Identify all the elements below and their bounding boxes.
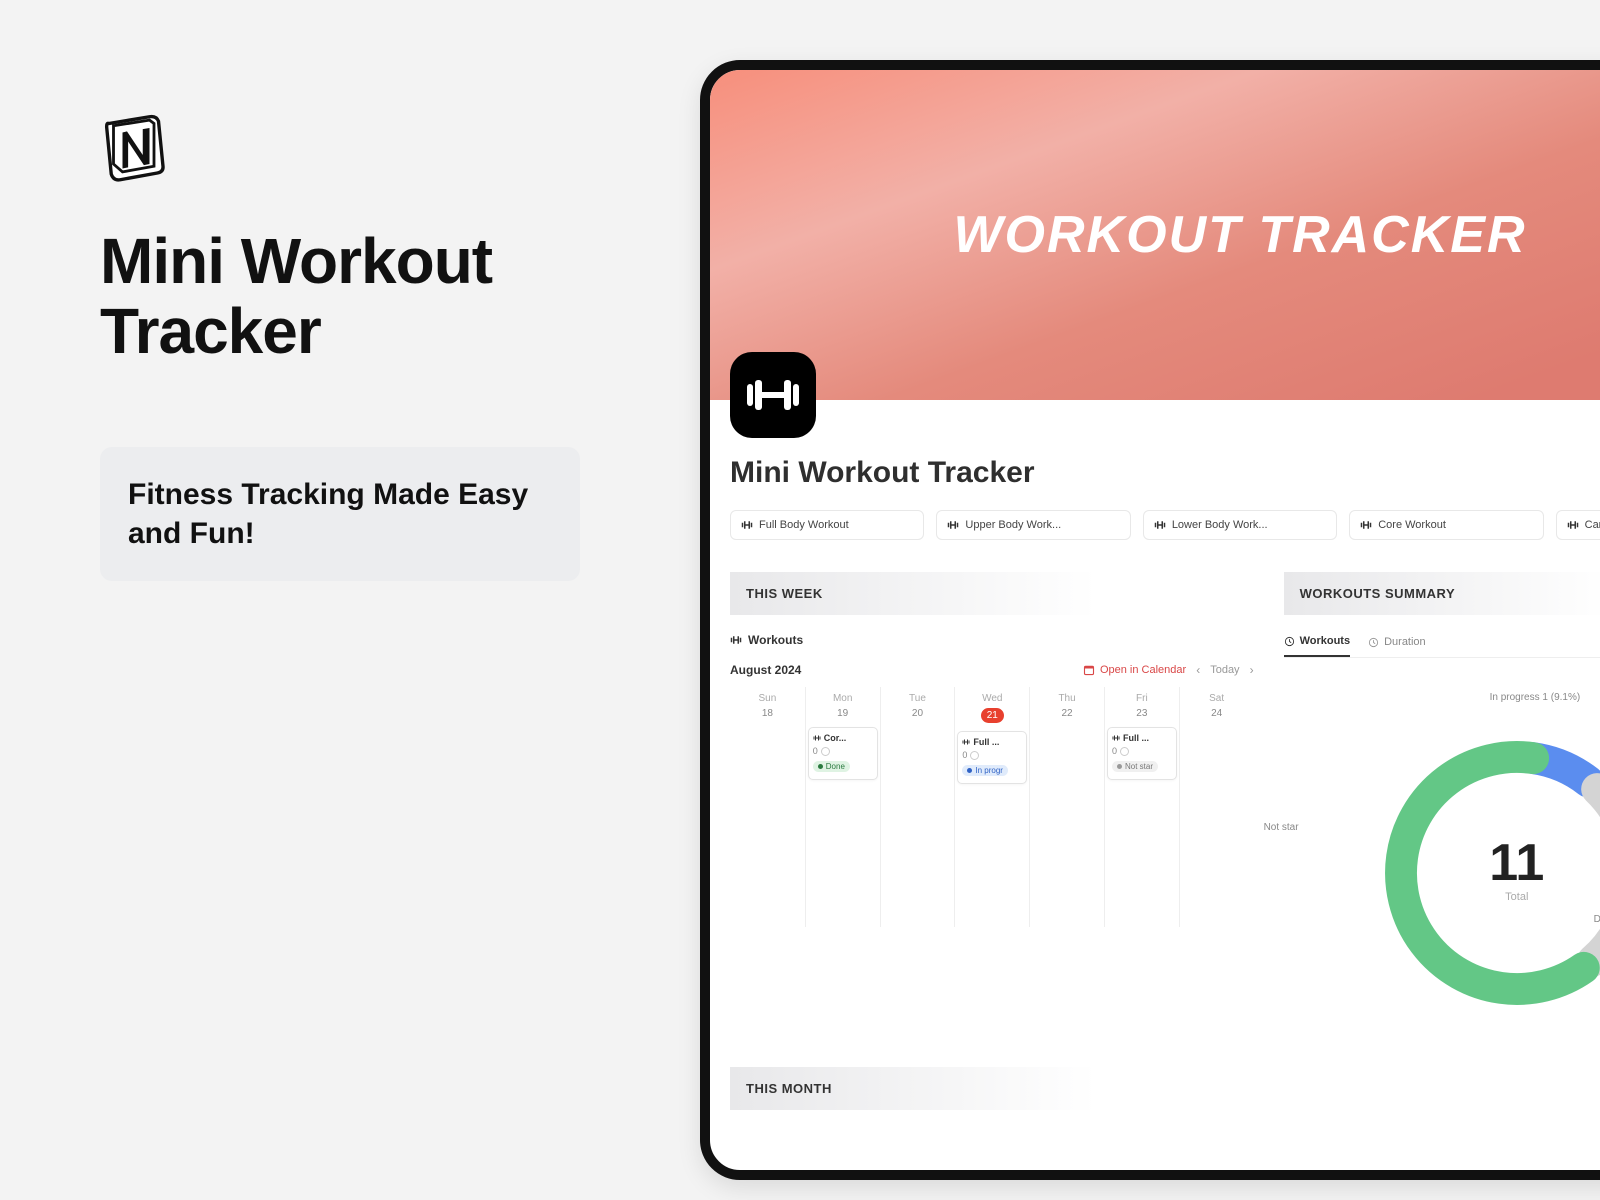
dumbbell-icon <box>741 519 753 531</box>
progress-circle-icon <box>821 747 830 756</box>
day-col-sun[interactable]: Sun 18 <box>730 687 805 927</box>
summary-header: WORKOUTS SUMMARY <box>1284 572 1600 615</box>
workouts-donut-chart: In progress 1 (9.1%) Not star Done 7 ( <box>1284 714 1600 1054</box>
hero-banner: WORKOUT TRACKER <box>710 70 1600 400</box>
notion-logo-icon <box>100 110 172 182</box>
workouts-subhead: Workouts <box>730 633 1254 647</box>
donut-svg <box>1372 728 1600 1018</box>
hero-title: WORKOUT TRACKER <box>953 205 1526 265</box>
promo-title: Mini Workout Tracker <box>100 226 580 367</box>
workout-card[interactable]: Full ... 0 In progr <box>957 731 1027 784</box>
legend-not-started: Not star <box>1264 822 1299 833</box>
promo-subtitle-box: Fitness Tracking Made Easy and Fun! <box>100 447 580 581</box>
day-col-fri[interactable]: Fri 23 Full ... 0 Not star <box>1104 687 1179 927</box>
tag-core[interactable]: Core Workout <box>1349 510 1543 540</box>
clock-icon <box>1368 637 1379 648</box>
prev-week-button[interactable]: ‹ <box>1196 663 1200 677</box>
promo-subtitle: Fitness Tracking Made Easy and Fun! <box>128 475 552 553</box>
calendar-month-label: August 2024 <box>730 663 801 677</box>
donut-total-value: 11 <box>1489 837 1544 889</box>
dumbbell-icon <box>1154 519 1166 531</box>
day-col-thu[interactable]: Thu 22 <box>1029 687 1104 927</box>
summary-tabs: Workouts Duration <box>1284 635 1600 658</box>
app-window: WORKOUT TRACKER Mini Workout Tracker Ful… <box>700 60 1600 1180</box>
day-col-wed[interactable]: Wed 21 Full ... 0 In progr <box>954 687 1029 927</box>
day-col-sat[interactable]: Sat 24 <box>1179 687 1254 927</box>
progress-circle-icon <box>1120 747 1129 756</box>
this-week-header: THIS WEEK <box>730 572 1254 615</box>
tab-workouts[interactable]: Workouts <box>1284 635 1351 657</box>
tag-lower-body[interactable]: Lower Body Work... <box>1143 510 1337 540</box>
tab-duration[interactable]: Duration <box>1368 635 1426 657</box>
progress-circle-icon <box>970 751 979 760</box>
tag-upper-body[interactable]: Upper Body Work... <box>936 510 1130 540</box>
open-in-calendar-link[interactable]: Open in Calendar <box>1083 664 1186 676</box>
status-pill-not-started: Not star <box>1112 761 1158 772</box>
week-calendar: Sun 18 Mon 19 Cor... 0 Done <box>730 687 1254 927</box>
this-month-header: THIS MONTH <box>730 1067 1254 1110</box>
workout-card[interactable]: Full ... 0 Not star <box>1107 727 1177 780</box>
dumbbell-icon <box>1567 519 1579 531</box>
dumbbell-icon <box>730 634 742 646</box>
dumbbell-icon <box>962 738 970 746</box>
today-button[interactable]: Today <box>1210 664 1239 676</box>
status-pill-in-progress: In progr <box>962 765 1008 776</box>
calendar-icon <box>1083 664 1095 676</box>
legend-in-progress: In progress 1 (9.1%) <box>1490 692 1581 703</box>
dumbbell-icon <box>947 519 959 531</box>
tag-cardio[interactable]: Cardio and Mobili... <box>1556 510 1600 540</box>
page-title: Mini Workout Tracker <box>730 400 1600 490</box>
clock-icon <box>1284 636 1295 647</box>
day-col-mon[interactable]: Mon 19 Cor... 0 Done <box>805 687 880 927</box>
next-week-button[interactable]: › <box>1250 663 1254 677</box>
tag-full-body[interactable]: Full Body Workout <box>730 510 924 540</box>
workout-type-tags: Full Body Workout Upper Body Work... Low… <box>730 510 1600 546</box>
dumbbell-icon <box>813 734 821 742</box>
dumbbell-icon <box>1112 734 1120 742</box>
dumbbell-icon <box>1360 519 1372 531</box>
app-icon-dumbbell <box>730 352 816 438</box>
donut-total-label: Total <box>1489 891 1544 903</box>
workout-card[interactable]: Cor... 0 Done <box>808 727 878 780</box>
today-date: 21 <box>955 708 1029 727</box>
status-pill-done: Done <box>813 761 850 772</box>
day-col-tue[interactable]: Tue 20 <box>880 687 955 927</box>
